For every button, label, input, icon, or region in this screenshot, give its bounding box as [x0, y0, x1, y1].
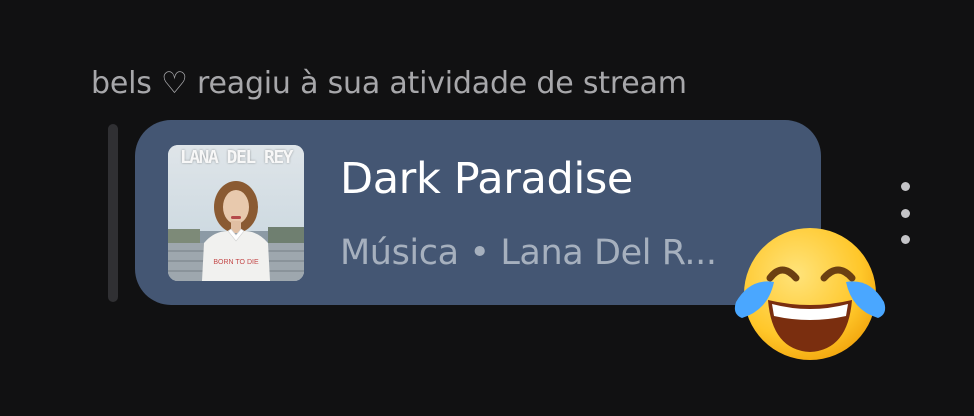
song-meta: Música • Lana Del R... — [340, 233, 717, 273]
more-options-button[interactable] — [888, 182, 922, 244]
album-cover-subtitle: BORN TO DIE — [213, 259, 259, 266]
album-cover-title: LANA DEL REY — [179, 147, 294, 168]
stream-activity-card[interactable]: LANA DEL REY BORN TO DIE Dark Paradise M… — [135, 120, 821, 305]
activity-notification: bels ♡ reagiu à sua atividade de stream — [91, 66, 687, 101]
album-cover: LANA DEL REY BORN TO DIE — [168, 145, 304, 281]
face-with-tears-of-joy-icon — [728, 218, 888, 368]
quote-bar — [108, 124, 118, 302]
vertical-dots-icon — [900, 182, 910, 191]
song-title: Dark Paradise — [340, 154, 633, 204]
